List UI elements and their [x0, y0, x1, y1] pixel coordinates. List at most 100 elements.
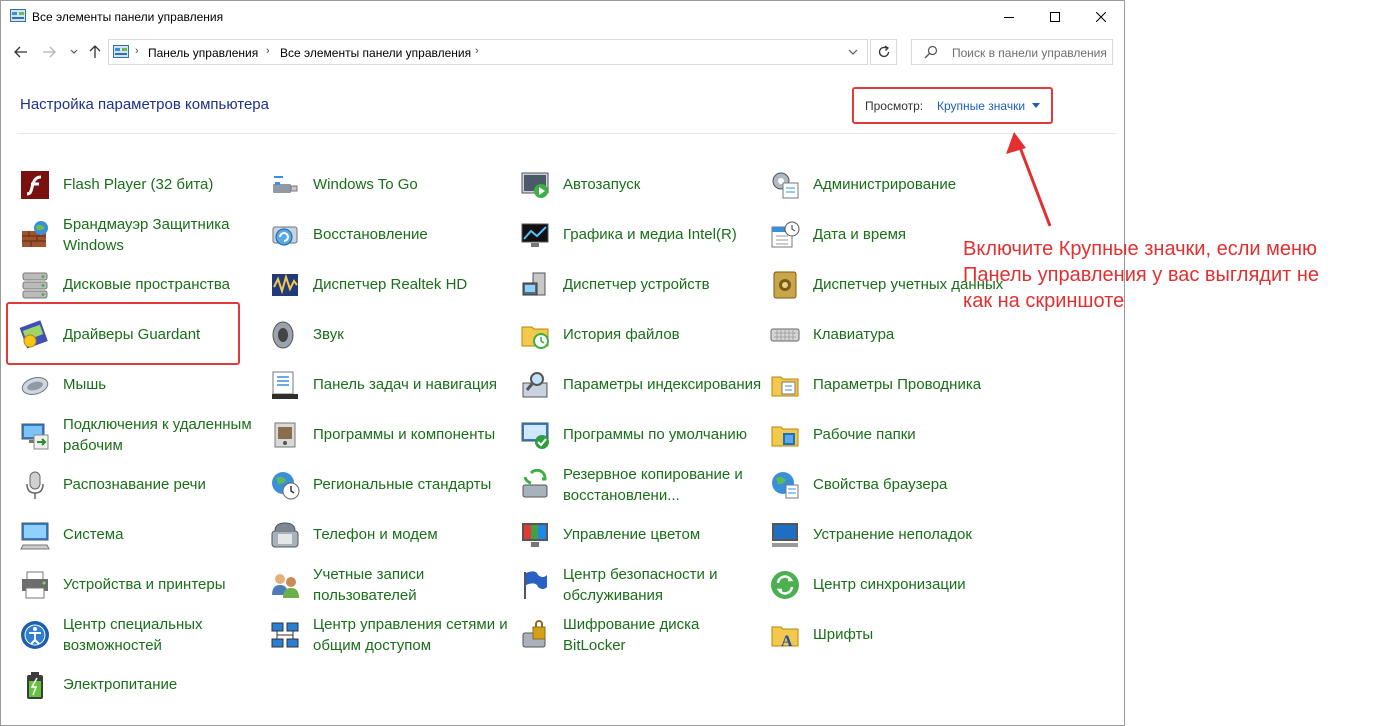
control-panel-item-label[interactable]: Система	[63, 524, 263, 545]
search-input[interactable]: Поиск в панели управления	[911, 39, 1113, 65]
control-panel-item[interactable]: Программы и компоненты	[269, 409, 519, 459]
admin-tools-icon	[772, 172, 799, 199]
control-panel-item-label[interactable]: Устранение неполадок	[813, 524, 1013, 545]
control-panel-item[interactable]: История файлов	[519, 309, 769, 359]
accessibility-icon	[21, 621, 49, 649]
recent-locations-button[interactable]	[64, 42, 84, 62]
control-panel-item[interactable]: Автозапуск	[519, 159, 769, 209]
control-panel-item[interactable]: Программы по умолчанию	[519, 409, 769, 459]
control-panel-item-label[interactable]: Управление цветом	[563, 524, 763, 545]
control-panel-item-label[interactable]: Шрифты	[813, 624, 1013, 645]
recovery-icon	[272, 226, 298, 246]
control-panel-item[interactable]: Телефон и модем	[269, 509, 519, 559]
control-panel-item-label[interactable]: Центр безопасности и обслуживания	[563, 564, 763, 606]
control-panel-item[interactable]: Звук	[269, 309, 519, 359]
control-panel-item-label[interactable]: Мышь	[63, 374, 263, 395]
control-panel-item-label[interactable]: Подключения к удаленным рабочим	[63, 414, 263, 456]
control-panel-item[interactable]: Устройства и принтеры	[19, 559, 269, 609]
forward-button[interactable]	[39, 42, 59, 62]
control-panel-item-label[interactable]: Дисковые пространства	[63, 274, 263, 295]
control-panel-item[interactable]: Параметры индексирования	[519, 359, 769, 409]
control-panel-item[interactable]: Центр безопасности и обслуживания	[519, 559, 769, 609]
control-panel-item[interactable]: Центр управления сетями и общим доступом	[269, 609, 519, 659]
control-panel-item[interactable]: Резервное копирование и восстановлени...	[519, 459, 769, 509]
control-panel-item-label[interactable]: Клавиатура	[813, 324, 1013, 345]
control-panel-item[interactable]: Панель задач и навигация	[269, 359, 519, 409]
control-panel-item[interactable]: Клавиатура	[769, 309, 1019, 359]
control-panel-item[interactable]: Шифрование диска BitLocker	[519, 609, 769, 659]
control-panel-item[interactable]: Диспетчер устройств	[519, 259, 769, 309]
control-panel-item-label[interactable]: Центр специальных возможностей	[63, 614, 263, 656]
control-panel-item-label[interactable]: Распознавание речи	[63, 474, 263, 495]
control-panel-item-label[interactable]: Восстановление	[313, 224, 513, 245]
control-panel-items: Flash Player (32 бита) Брандмауэр Защитни…	[1, 159, 1126, 719]
control-panel-item-label[interactable]: Параметры индексирования	[563, 374, 763, 395]
control-panel-item-label[interactable]: Windows To Go	[313, 174, 513, 195]
control-panel-item-label[interactable]: Резервное копирование и восстановлени...	[563, 464, 763, 506]
taskbar-icon	[272, 371, 298, 399]
control-panel-item[interactable]: Брандмауэр Защитника Windows	[19, 209, 269, 259]
control-panel-item[interactable]: Диспетчер Realtek HD	[269, 259, 519, 309]
control-panel-item[interactable]: Центр синхронизации	[769, 559, 1019, 609]
control-panel-item-label[interactable]: Свойства браузера	[813, 474, 1013, 495]
control-panel-item[interactable]: Восстановление	[269, 209, 519, 259]
control-panel-item[interactable]: Подключения к удаленным рабочим	[19, 409, 269, 459]
control-panel-item[interactable]: Свойства браузера	[769, 459, 1019, 509]
control-panel-item-label[interactable]: Учетные записи пользователей	[313, 564, 513, 606]
control-panel-item-label[interactable]: Шифрование диска BitLocker	[563, 614, 763, 656]
control-panel-item[interactable]: Электропитание	[19, 659, 269, 709]
control-panel-item-label[interactable]: Центр управления сетями и общим доступом	[313, 614, 513, 656]
control-panel-item[interactable]: Рабочие папки	[769, 409, 1019, 459]
maximize-icon	[1050, 11, 1060, 22]
control-panel-item-label[interactable]: Центр синхронизации	[813, 574, 1013, 595]
breadcrumb-separator[interactable]: ›	[266, 45, 270, 57]
bitlocker-icon	[522, 620, 546, 648]
control-panel-item-label[interactable]: Параметры Проводника	[813, 374, 1013, 395]
breadcrumb-control-panel[interactable]: Панель управления	[148, 46, 258, 60]
control-panel-item-label[interactable]: Диспетчер Realtek HD	[313, 274, 513, 295]
control-panel-item-label[interactable]: Автозапуск	[563, 174, 763, 195]
back-button[interactable]	[11, 42, 31, 62]
address-bar[interactable]: › Панель управления › Все элементы панел…	[108, 39, 868, 65]
control-panel-item-label[interactable]: Электропитание	[63, 674, 263, 695]
control-panel-item-label[interactable]: Программы и компоненты	[313, 424, 513, 445]
control-panel-item[interactable]: A Шрифты	[769, 609, 1019, 659]
close-button[interactable]	[1078, 1, 1124, 32]
control-panel-item[interactable]: Система	[19, 509, 269, 559]
control-panel-item-label[interactable]: Брандмауэр Защитника Windows	[63, 214, 263, 256]
minimize-button[interactable]	[986, 1, 1032, 32]
control-panel-item[interactable]: Мышь	[19, 359, 269, 409]
control-panel-item[interactable]: Администрирование	[769, 159, 1019, 209]
control-panel-item[interactable]: Распознавание речи	[19, 459, 269, 509]
control-panel-item[interactable]: Региональные стандарты	[269, 459, 519, 509]
file-history-icon	[521, 326, 549, 349]
control-panel-item-label[interactable]: Графика и медиа Intel(R)	[563, 224, 763, 245]
control-panel-item-label[interactable]: Устройства и принтеры	[63, 574, 263, 595]
control-panel-item-label[interactable]: Телефон и модем	[313, 524, 513, 545]
control-panel-item-label[interactable]: Региональные стандарты	[313, 474, 513, 495]
control-panel-item-label[interactable]: Звук	[313, 324, 513, 345]
breadcrumb-separator[interactable]: ›	[475, 45, 479, 57]
internet-options-icon	[772, 472, 799, 499]
control-panel-item[interactable]: Управление цветом	[519, 509, 769, 559]
up-button[interactable]	[85, 42, 105, 62]
control-panel-item-label[interactable]: Администрирование	[813, 174, 1013, 195]
address-dropdown-button[interactable]	[841, 42, 865, 62]
control-panel-item[interactable]: Устранение неполадок	[769, 509, 1019, 559]
maximize-button[interactable]	[1032, 1, 1078, 32]
control-panel-item-label[interactable]: Рабочие папки	[813, 424, 1013, 445]
breadcrumb-all-items[interactable]: Все элементы панели управления	[280, 46, 471, 60]
control-panel-item-label[interactable]: Диспетчер устройств	[563, 274, 763, 295]
control-panel-item-label[interactable]: История файлов	[563, 324, 763, 345]
control-panel-item[interactable]: Flash Player (32 бита)	[19, 159, 269, 209]
control-panel-item[interactable]: Параметры Проводника	[769, 359, 1019, 409]
control-panel-item-label[interactable]: Панель задач и навигация	[313, 374, 513, 395]
control-panel-item-label[interactable]: Программы по умолчанию	[563, 424, 763, 445]
breadcrumb-separator[interactable]: ›	[135, 45, 139, 57]
control-panel-item[interactable]: Центр специальных возможностей	[19, 609, 269, 659]
refresh-button[interactable]	[870, 39, 897, 65]
control-panel-item-label[interactable]: Flash Player (32 бита)	[63, 174, 263, 195]
control-panel-item[interactable]: Графика и медиа Intel(R)	[519, 209, 769, 259]
control-panel-item[interactable]: Учетные записи пользователей	[269, 559, 519, 609]
control-panel-item[interactable]: Windows To Go	[269, 159, 519, 209]
